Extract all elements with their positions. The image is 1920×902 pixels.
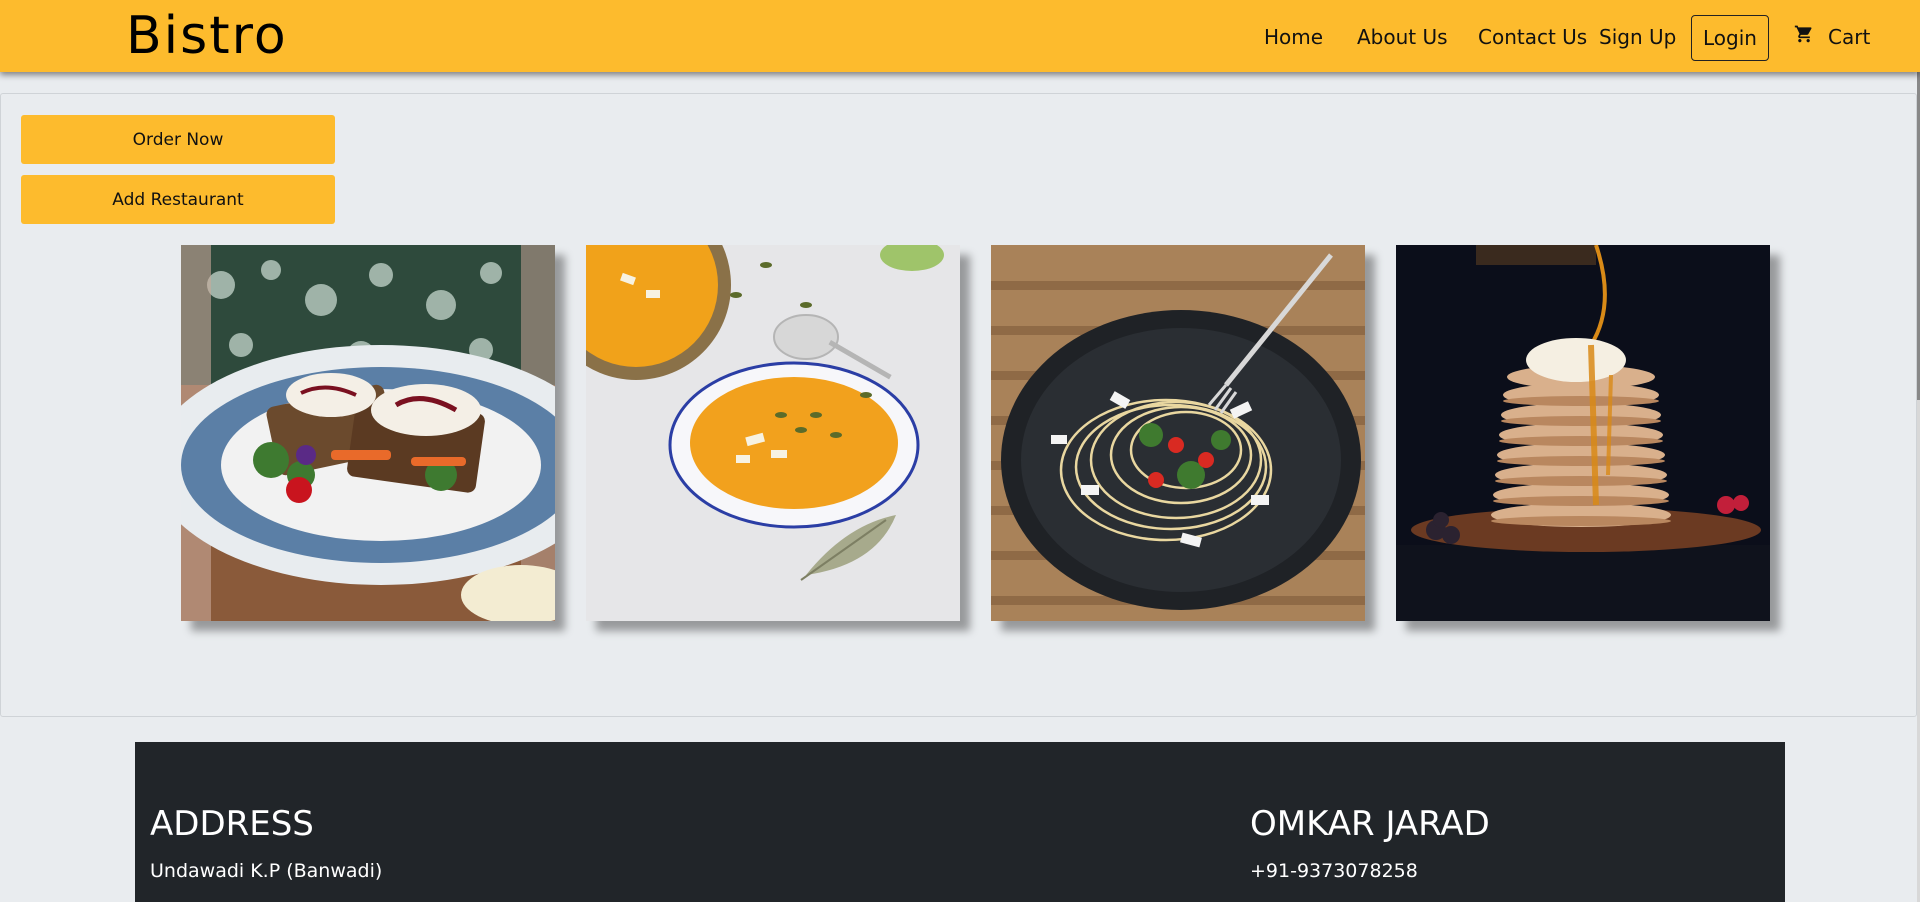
add-restaurant-button[interactable]: Add Restaurant xyxy=(21,175,335,224)
shopping-cart-icon xyxy=(1794,24,1814,49)
spaghetti-plate-image xyxy=(991,245,1365,621)
address-text: Undawadi K.P (Banwadi) xyxy=(150,860,383,882)
nav-link-signup[interactable]: Sign Up xyxy=(1599,24,1676,50)
contact-heading: OMKAR JARAD xyxy=(1250,804,1490,844)
login-button[interactable]: Login xyxy=(1691,15,1769,61)
cart-label: Cart xyxy=(1828,24,1871,49)
nav-link-contact[interactable]: Contact Us xyxy=(1478,24,1587,50)
brand-logo[interactable]: Bistro xyxy=(126,4,288,68)
pumpkin-soup-bowl-image xyxy=(586,245,960,621)
nav-link-home[interactable]: Home xyxy=(1264,24,1323,50)
cart-link[interactable]: Cart xyxy=(1794,24,1870,49)
pancake-stack-image xyxy=(1396,245,1770,621)
contact-phone[interactable]: +91-9373078258 xyxy=(1250,859,1418,883)
address-heading: ADDRESS xyxy=(150,804,314,844)
navbar: Bistro Home About Us Contact Us Sign Up … xyxy=(0,0,1920,72)
footer: ADDRESS Undawadi K.P (Banwadi) OMKAR JAR… xyxy=(135,742,1785,902)
nav-link-about[interactable]: About Us xyxy=(1357,24,1448,50)
order-now-button[interactable]: Order Now xyxy=(21,115,335,164)
salad-toast-plate-image xyxy=(181,245,555,621)
